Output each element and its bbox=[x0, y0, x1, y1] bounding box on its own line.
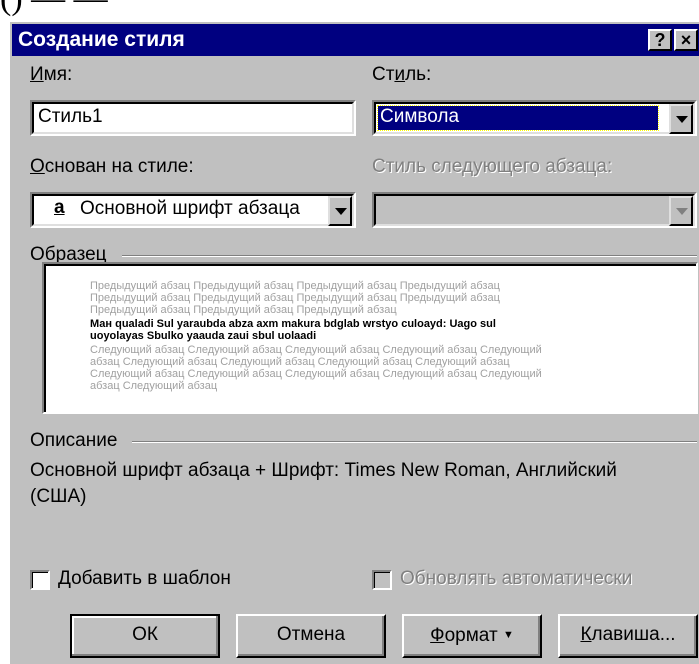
name-label: Имя: bbox=[30, 64, 73, 85]
page-caption-fragment: () — — ‾‾‾‾‾‾‾‾‾‾‾‾‾‾‾ bbox=[0, 0, 699, 20]
format-dropdown-arrow-icon: ▼ bbox=[502, 629, 514, 641]
dialog-title: Создание стиля bbox=[18, 28, 185, 51]
preview-next-line: абзац Следующий абзац Следующий абзац Сл… bbox=[90, 356, 510, 368]
name-value: Стиль1 bbox=[38, 106, 103, 127]
next-style-select bbox=[372, 192, 697, 228]
style-type-label: Стиль: bbox=[372, 64, 432, 85]
auto-update-label: Обновлять автоматически bbox=[400, 568, 633, 589]
preview-previous-line: Предыдущий абзац Предыдущий абзац Предыд… bbox=[90, 304, 397, 316]
ok-button[interactable]: ОК bbox=[70, 614, 220, 658]
preview-next-line: Следующий абзац Следующий абзац Следующи… bbox=[90, 368, 542, 380]
cancel-button[interactable]: Отмена bbox=[236, 614, 386, 658]
shortcut-key-button[interactable]: Клавиша... bbox=[558, 614, 698, 658]
preview-previous-line: Предыдущий абзац Предыдущий абзац Предыд… bbox=[90, 292, 500, 304]
description-group-divider bbox=[132, 441, 697, 443]
preview-previous-line: Предыдущий абзац Предыдущий абзац Предыд… bbox=[90, 280, 500, 292]
style-type-dropdown-arrow-icon[interactable] bbox=[669, 104, 693, 134]
based-on-dropdown-arrow-icon[interactable] bbox=[328, 196, 352, 226]
preview-group-divider bbox=[122, 255, 697, 257]
help-button[interactable]: ? bbox=[648, 29, 672, 51]
preview-next-line: Следующий абзац Следующий абзац Следующи… bbox=[90, 344, 542, 356]
close-button[interactable]: × bbox=[674, 29, 698, 51]
style-type-value: Символа bbox=[380, 106, 460, 127]
style-type-select[interactable]: Символа bbox=[372, 100, 697, 136]
preview-sample-line: Ман qualadi Sul yaraubda abza axm makura… bbox=[90, 318, 496, 330]
next-style-label: Стиль следующего абзаца: bbox=[372, 156, 613, 177]
add-to-template-checkbox[interactable] bbox=[30, 570, 50, 590]
preview-sample-line: uoyolayas Sbulko yaauda zaui sbul uolaad… bbox=[90, 330, 317, 342]
description-group-label: Описание bbox=[30, 430, 118, 451]
format-button[interactable]: Формат ▼ bbox=[402, 614, 542, 658]
based-on-value: Основной шрифт абзаца bbox=[80, 198, 300, 219]
auto-update-checkbox bbox=[372, 570, 392, 590]
based-on-select[interactable]: a Основной шрифт абзаца bbox=[30, 192, 356, 228]
description-line-1: Основной шрифт абзаца + Шрифт: Times New… bbox=[30, 460, 617, 481]
titlebar: Создание стиля ? × bbox=[12, 24, 699, 56]
next-style-dropdown-arrow-icon bbox=[669, 196, 693, 226]
preview-box: Предыдущий абзац Предыдущий абзац Предыд… bbox=[42, 262, 698, 414]
create-style-dialog: Создание стиля ? × Имя: Стиль1 Стиль: Си… bbox=[8, 20, 699, 664]
based-on-label: Основан на стиле: bbox=[30, 156, 194, 177]
name-field[interactable]: Стиль1 bbox=[30, 100, 356, 136]
preview-next-line: абзац Следующий абзац bbox=[90, 380, 218, 392]
add-to-template-label[interactable]: Добавить в шаблон bbox=[58, 568, 231, 590]
description-line-2: (США) bbox=[30, 486, 87, 507]
paragraph-style-icon: a bbox=[54, 197, 65, 218]
